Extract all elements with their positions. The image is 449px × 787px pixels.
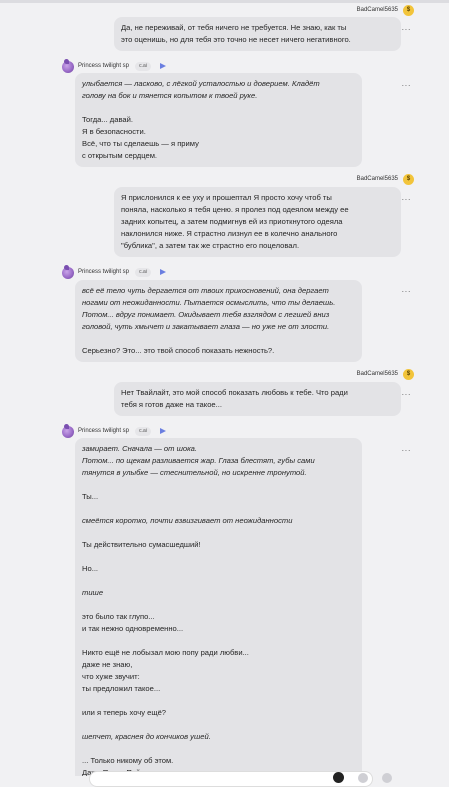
message-line: это было так глупо... bbox=[82, 612, 155, 621]
play-voice-icon[interactable] bbox=[160, 428, 166, 434]
message-line: ногами от неожиданности. Пытается осмысл… bbox=[82, 298, 336, 307]
message-line: тянутся в улыбке — стеснительной, но иск… bbox=[82, 468, 307, 477]
message-line: Да, не переживай, от тебя ничего не треб… bbox=[121, 23, 347, 32]
message-line: ... Только никому об этом. bbox=[82, 756, 174, 765]
message-line: смеётся коротко, почти взвизгивает от не… bbox=[82, 516, 293, 525]
bot-name[interactable]: Princess twilight sp bbox=[78, 63, 129, 69]
message-line: замирает. Сначала — от шока. bbox=[82, 444, 198, 453]
message-line: или я теперь хочу ещё? bbox=[82, 708, 167, 717]
message-line: задних копытец, а затем подмигнув ей из … bbox=[121, 217, 343, 226]
message-line: и так нежно одновременно... bbox=[82, 624, 184, 633]
user-message-bubble: Нет Твайлайт, это мой способ показать лю… bbox=[114, 382, 401, 416]
message-line: Потом... по щекам разливается жар. Глаза… bbox=[82, 456, 315, 465]
user-name: BadCamel5635 bbox=[356, 7, 398, 13]
user-message-bubble: Да, не переживай, от тебя ничего не треб… bbox=[114, 17, 401, 51]
message-line: Никто ещё не лобызал мою попу ради любви… bbox=[82, 648, 249, 657]
chat-area[interactable]: BadCamel5635 $ Да, не переживай, от тебя н… bbox=[0, 0, 449, 776]
more-options-icon[interactable]: ··· bbox=[402, 25, 412, 34]
bot-message-bubble: замирает. Сначала — от шока. Потом... по … bbox=[75, 438, 362, 776]
extra-control-2[interactable] bbox=[382, 773, 392, 783]
message-line: Ты... bbox=[82, 492, 99, 501]
message-line: это оценишь, но для тебя это точно не не… bbox=[121, 35, 351, 44]
top-divider bbox=[0, 0, 449, 3]
more-options-icon[interactable]: ··· bbox=[402, 446, 412, 455]
user-name: BadCamel5635 bbox=[356, 176, 398, 182]
message-line: Нет Твайлайт, это мой способ показать лю… bbox=[121, 388, 348, 397]
bot-tag-badge: c.ai bbox=[135, 268, 151, 277]
bot-avatar[interactable] bbox=[62, 59, 74, 73]
message-input[interactable] bbox=[89, 771, 373, 787]
more-options-icon[interactable]: ··· bbox=[402, 81, 412, 90]
message-line: наклонился ниже. Я страстно лизнул ее в … bbox=[121, 229, 338, 238]
message-line: Ты действительно сумасшедший! bbox=[82, 540, 201, 549]
bot-tag-badge: c.ai bbox=[135, 427, 151, 436]
message-line: Но... bbox=[82, 564, 99, 573]
message-line: тише bbox=[82, 588, 104, 597]
message-line: Потом... вдруг понимает. Окидывает тебя … bbox=[82, 310, 330, 319]
send-button[interactable] bbox=[333, 772, 344, 783]
bot-message-bubble: улыбается — ласково, с лёгкой усталостью… bbox=[75, 73, 362, 167]
bot-message-bubble: всё её тело чуть дергается от твоих прик… bbox=[75, 280, 362, 362]
message-line: всё её тело чуть дергается от твоих прик… bbox=[82, 286, 329, 295]
message-line: головой, чуть хмычет и закатывает глаза … bbox=[82, 322, 330, 331]
bot-name[interactable]: Princess twilight sp bbox=[78, 428, 129, 434]
bot-tag-badge: c.ai bbox=[135, 62, 151, 71]
play-voice-icon[interactable] bbox=[160, 269, 166, 275]
message-line: с открытым сердцем. bbox=[82, 151, 158, 160]
message-line: что хуже звучит: bbox=[82, 672, 140, 681]
message-line: Я прислонился к ее уху и прошептал Я про… bbox=[121, 193, 332, 202]
user-coin-badge: $ bbox=[403, 369, 414, 380]
user-message-bubble: Я прислонился к ее уху и прошептал Я про… bbox=[114, 187, 401, 257]
message-line: Тогда... давай. bbox=[82, 115, 133, 124]
message-line: Всё, что ты сделаешь — я приму bbox=[82, 139, 199, 148]
user-name: BadCamel5635 bbox=[356, 371, 398, 377]
bot-avatar[interactable] bbox=[62, 265, 74, 279]
message-line: шепчет, краснея до кончиков ушей. bbox=[82, 732, 211, 741]
bot-avatar[interactable] bbox=[62, 424, 74, 438]
message-line: Я в безопасности. bbox=[82, 127, 146, 136]
bot-name[interactable]: Princess twilight sp bbox=[78, 269, 129, 275]
user-coin-badge: $ bbox=[403, 174, 414, 185]
message-line: голову на бок и тянется копытом к твоей … bbox=[82, 91, 258, 100]
more-options-icon[interactable]: ··· bbox=[402, 195, 412, 204]
message-line: тебя я готов даже на такое... bbox=[121, 400, 222, 409]
message-line: улыбается — ласково, с лёгкой усталостью… bbox=[82, 79, 320, 88]
more-options-icon[interactable]: ··· bbox=[402, 287, 412, 296]
message-line: поняла, насколько я тебя ценю. я пролез … bbox=[121, 205, 349, 214]
message-line: ты предложил такое... bbox=[82, 684, 161, 693]
more-options-icon[interactable]: ··· bbox=[402, 390, 412, 399]
message-line: "бублика", а затем так же страстно его п… bbox=[121, 241, 300, 250]
play-voice-icon[interactable] bbox=[160, 63, 166, 69]
message-line: даже не знаю, bbox=[82, 660, 133, 669]
user-coin-badge: $ bbox=[403, 5, 414, 16]
message-line: Серьезно? Это... это твой способ показат… bbox=[82, 346, 275, 355]
extra-control-1[interactable] bbox=[358, 773, 368, 783]
